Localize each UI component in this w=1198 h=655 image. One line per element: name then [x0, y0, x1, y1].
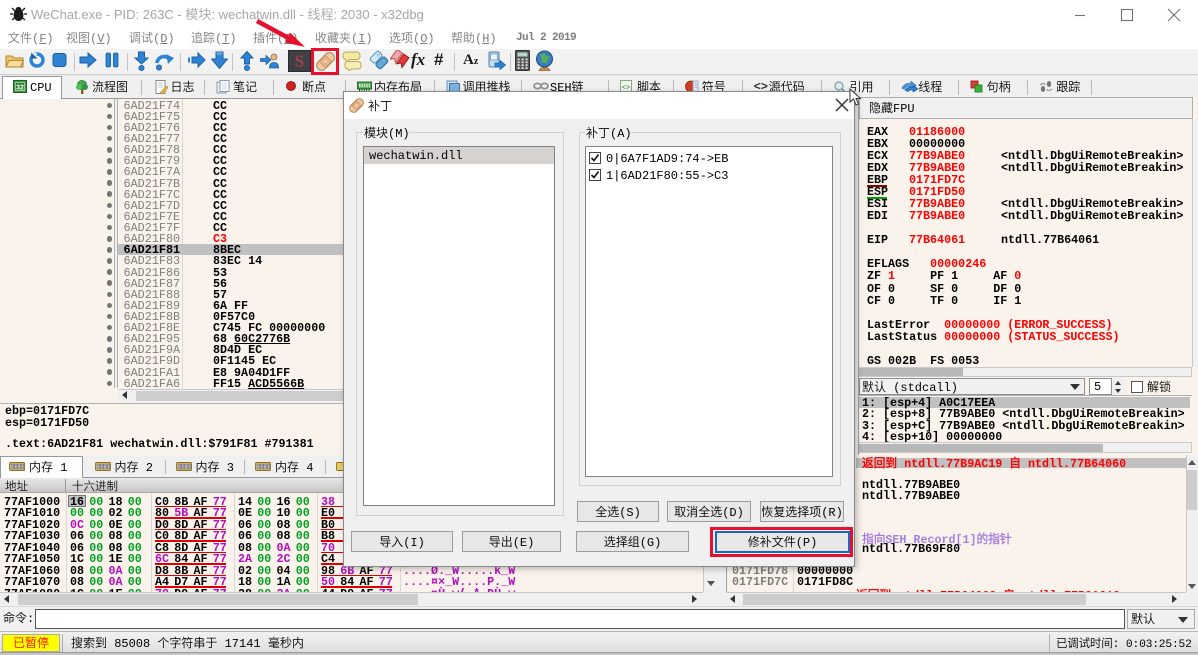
svg-text:32: 32	[16, 85, 24, 92]
svg-text:S: S	[295, 52, 304, 71]
